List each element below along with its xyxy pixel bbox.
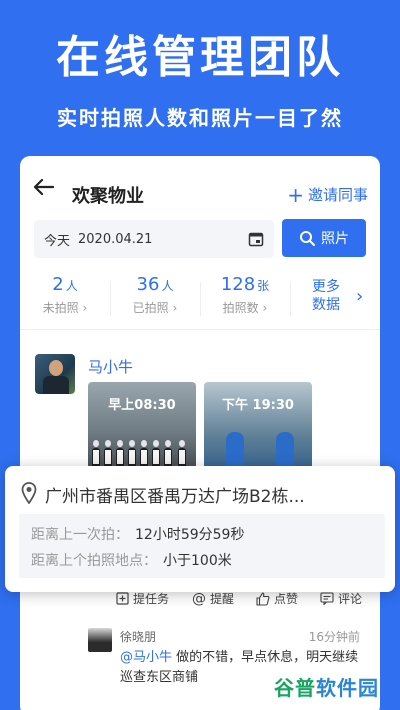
- stat-unit: 人: [161, 279, 174, 293]
- action-label: 评论: [338, 592, 363, 606]
- assign-task-button[interactable]: 提任务: [116, 590, 169, 607]
- date-prefix: 今天: [44, 233, 71, 249]
- promo-title: 在线管理团队: [56, 32, 344, 83]
- thumbs-up-icon: [256, 591, 270, 606]
- remind-button[interactable]: @ 提醒: [192, 590, 234, 607]
- stat-number: 128: [220, 274, 256, 295]
- action-label: 提醒: [210, 592, 235, 606]
- stat-unit: 张: [257, 279, 270, 293]
- date-value: 2020.04.21: [78, 231, 153, 247]
- distance-label: 距离上个拍照地点：: [31, 553, 157, 569]
- post-author-name[interactable]: 马小牛: [88, 356, 133, 377]
- chevron-right-icon: ›: [262, 301, 268, 315]
- interval-label: 距离上一次拍：: [31, 527, 129, 543]
- comment-icon: [320, 592, 334, 605]
- distance-value: 小于100米: [163, 553, 232, 569]
- last-photo-distance: 距离上个拍照地点： 小于100米: [31, 550, 232, 570]
- location-info: 距离上一次拍： 12小时59分59秒 距离上个拍照地点： 小于100米: [19, 514, 385, 578]
- stat-unit: 人: [65, 279, 78, 293]
- watermark-part-1: 谷普: [274, 676, 316, 700]
- stat-label: 未拍照: [42, 301, 79, 315]
- stat-label: 拍照数: [222, 301, 259, 315]
- comment-button[interactable]: 评论: [320, 590, 362, 607]
- watermark-logo: 谷普软件园: [274, 672, 379, 701]
- stat-not-photographed[interactable]: 2人 未拍照 ›: [20, 274, 110, 316]
- location-pin-icon: [21, 482, 37, 504]
- interval-value: 12小时59分59秒: [135, 527, 245, 543]
- location-address: 广州市番禺区番禺万达广场B2栋...: [45, 487, 305, 507]
- photo-time-label: 早上08:30: [108, 398, 176, 413]
- like-button[interactable]: 点赞: [256, 590, 298, 607]
- watermark-part-2: 软件园: [316, 676, 379, 700]
- action-label: 点赞: [274, 592, 299, 606]
- avatar[interactable]: [35, 354, 75, 394]
- photo-button-label: 照片: [321, 231, 349, 247]
- more-line-1: 更多: [312, 279, 340, 295]
- app-header: 欢聚物业 + 邀请同事: [20, 156, 380, 214]
- invite-label: 邀请同事: [307, 186, 368, 204]
- avatar[interactable]: [88, 628, 112, 652]
- stat-photographed[interactable]: 36 人 已拍照 ›: [110, 274, 200, 316]
- back-arrow-icon[interactable]: [32, 178, 54, 196]
- comment-author[interactable]: 徐晓朋: [120, 628, 156, 645]
- date-picker[interactable]: 今天 2020.04.21: [34, 220, 274, 258]
- calendar-icon: [248, 232, 264, 247]
- promo-subtitle: 实时拍照人数和照片一目了然: [57, 106, 343, 130]
- chevron-right-icon: ›: [82, 301, 88, 315]
- stat-number: 2: [52, 274, 64, 295]
- at-icon: @: [192, 590, 206, 607]
- photo-search-button[interactable]: 照片: [282, 219, 366, 257]
- chevron-right-icon[interactable]: ›: [356, 286, 363, 307]
- photo-time-label: 下午 19:30: [222, 398, 294, 413]
- action-label: 提任务: [133, 592, 170, 606]
- stat-number: 36: [136, 274, 160, 295]
- avatar-head: [49, 360, 63, 376]
- avatar-body: [43, 376, 69, 394]
- stat-photo-count[interactable]: 128 张 拍照数 ›: [200, 274, 290, 316]
- location-card[interactable]: 广州市番禺区番禺万达广场B2栋... 距离上一次拍： 12小时59分59秒 距离上…: [5, 466, 395, 592]
- page-title: 欢聚物业: [72, 186, 144, 207]
- comment-time: 16分钟前: [308, 630, 360, 644]
- app-card: 欢聚物业 + 邀请同事 今天 2020.04.21 照片 2人 未拍照 › 36…: [20, 156, 380, 710]
- search-icon: [300, 231, 315, 246]
- more-data-link[interactable]: 更多 数据: [312, 278, 340, 314]
- mention-link[interactable]: @马小牛: [120, 650, 172, 665]
- last-photo-interval: 距离上一次拍： 12小时59分59秒: [31, 524, 244, 544]
- chevron-right-icon: ›: [172, 301, 178, 315]
- stats-bar: 2人 未拍照 › 36 人 已拍照 › 128 张 拍照数 › 更多 数据 ›: [20, 268, 380, 330]
- stat-label: 已拍照: [132, 301, 169, 315]
- plus-icon: +: [287, 182, 304, 207]
- stat-divider: [290, 282, 291, 316]
- task-icon: [116, 592, 129, 605]
- invite-colleague-button[interactable]: + 邀请同事: [287, 184, 368, 205]
- more-line-2: 数据: [312, 297, 340, 313]
